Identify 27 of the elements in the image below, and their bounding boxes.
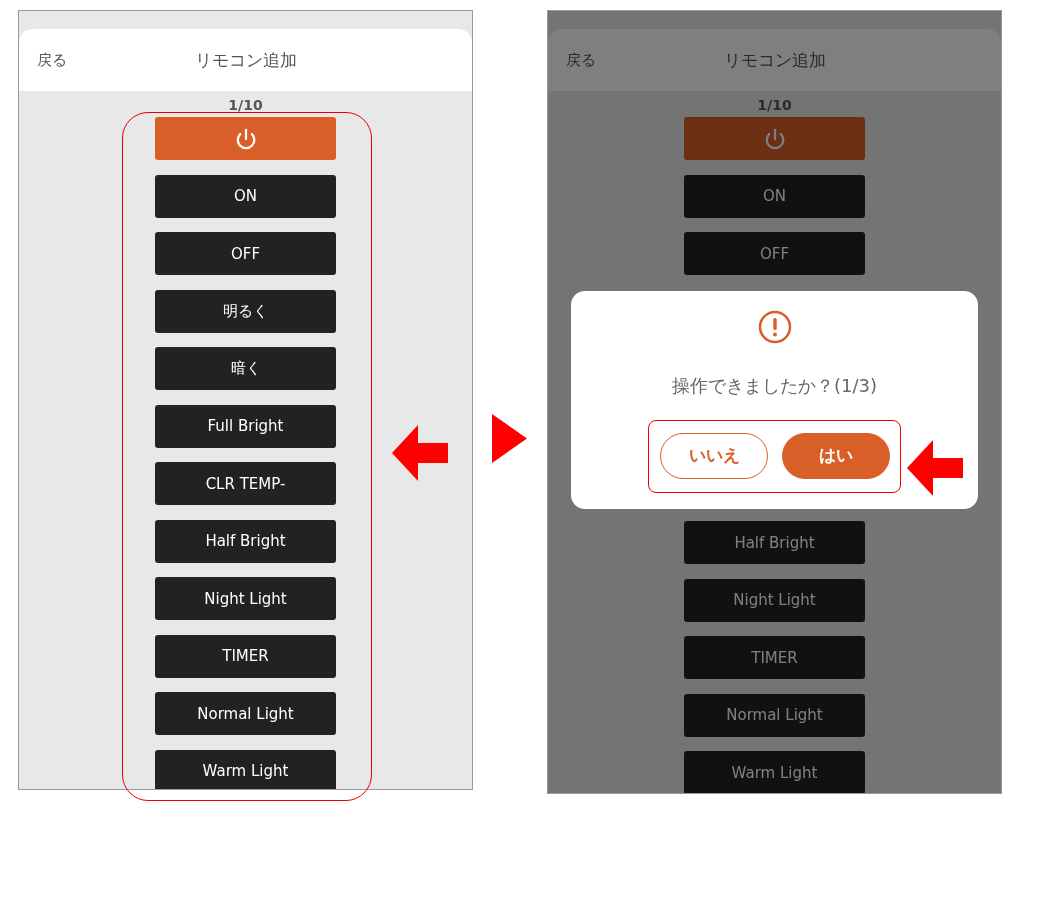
- remote-button[interactable]: Half Bright: [684, 521, 865, 564]
- remote-button[interactable]: Normal Light: [684, 693, 865, 737]
- page-counter: 1/10: [228, 97, 263, 113]
- remote-button[interactable]: CLR TEMP-: [155, 462, 336, 505]
- dialog-message: 操作できましたか？(1/3): [672, 373, 877, 398]
- no-button[interactable]: いいえ: [660, 432, 768, 479]
- remote-button[interactable]: OFF: [155, 232, 336, 275]
- remote-button[interactable]: Night Light: [155, 577, 336, 620]
- remote-button[interactable]: Full Bright: [155, 404, 336, 448]
- remote-button[interactable]: Warm Light: [155, 749, 336, 789]
- remote-button[interactable]: TIMER: [684, 636, 865, 679]
- back-link[interactable]: 戻る: [566, 50, 596, 70]
- remote-button[interactable]: Normal Light: [155, 692, 336, 735]
- remote-button[interactable]: Warm Light: [684, 751, 865, 793]
- remote-button[interactable]: Half Bright: [155, 519, 336, 563]
- back-link[interactable]: 戻る: [37, 50, 67, 70]
- remote-button[interactable]: ON: [155, 174, 336, 218]
- remote-button[interactable]: TIMER: [155, 634, 336, 678]
- remote-button[interactable]: OFF: [684, 232, 865, 275]
- page-counter: 1/10: [757, 97, 792, 113]
- remote-button[interactable]: 暗く: [155, 347, 336, 390]
- screen-title: リモコン追加: [723, 48, 826, 72]
- screen-title: リモコン追加: [194, 48, 297, 72]
- remote-button[interactable]: Night Light: [684, 578, 865, 622]
- remote-button[interactable]: 明るく: [155, 289, 336, 333]
- remote-button[interactable]: ON: [684, 174, 865, 218]
- yes-button[interactable]: はい: [782, 432, 890, 479]
